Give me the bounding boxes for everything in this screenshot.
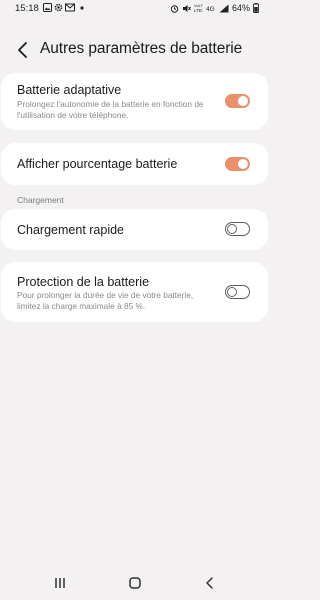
adaptive-battery-title: Batterie adaptative [17,83,122,97]
mail-icon [65,3,75,12]
gallery-icon [43,3,52,12]
toggle-knob [237,158,249,170]
battery-protection-toggle[interactable] [225,285,250,299]
fast-charging-setting[interactable]: Chargement rapide [1,209,268,250]
signal-icon [219,4,229,12]
alarm-icon [170,4,179,13]
show-percentage-setting[interactable]: Afficher pourcentage batterie [1,143,268,185]
status-time: 15:18 [15,3,39,14]
battery-protection-title: Protection de la batterie [17,275,150,289]
navigation-bar [0,570,269,596]
toggle-knob [226,223,237,234]
charging-section-label: Chargement [17,195,64,205]
svg-text:4G: 4G [206,6,215,13]
back-icon[interactable] [202,575,218,591]
fast-charging-title: Chargement rapide [17,223,125,237]
adaptive-battery-toggle[interactable] [225,94,250,108]
mute-icon [182,4,191,12]
battery-percent: 64% [231,3,250,13]
battery-protection-setting[interactable]: Protection de la batterie Pour prolonger… [1,262,268,322]
fast-charging-toggle[interactable] [225,222,250,236]
page-header: Autres paramètres de batterie [0,36,269,64]
show-percentage-toggle[interactable] [225,157,250,171]
home-icon[interactable] [127,575,143,591]
adaptive-battery-setting[interactable]: Batterie adaptative Prolongez l'autonomi… [1,73,268,130]
gear-icon [54,3,63,12]
dot-icon [80,6,84,10]
status-bar: 15:18 VoLTE LTE1 4G 64% [0,0,269,18]
adaptive-battery-description: Prolongez l'autonomie de la batterie en … [17,99,204,120]
svg-text:LTE1: LTE1 [194,8,203,13]
toggle-knob [226,286,237,297]
back-arrow-icon[interactable] [14,40,32,60]
4g-icon: 4G [206,6,215,13]
lte-signal-icon: VoLTE LTE1 [194,3,203,13]
battery-protection-description: Pour prolonger la durée de vie de votre … [17,290,194,311]
toggle-knob [237,95,249,107]
page-title: Autres paramètres de batterie [40,40,243,57]
recents-icon[interactable] [52,575,68,591]
show-percentage-title: Afficher pourcentage batterie [17,157,178,171]
status-right-group: VoLTE LTE1 4G 64% [170,3,259,13]
battery-icon [253,3,259,13]
